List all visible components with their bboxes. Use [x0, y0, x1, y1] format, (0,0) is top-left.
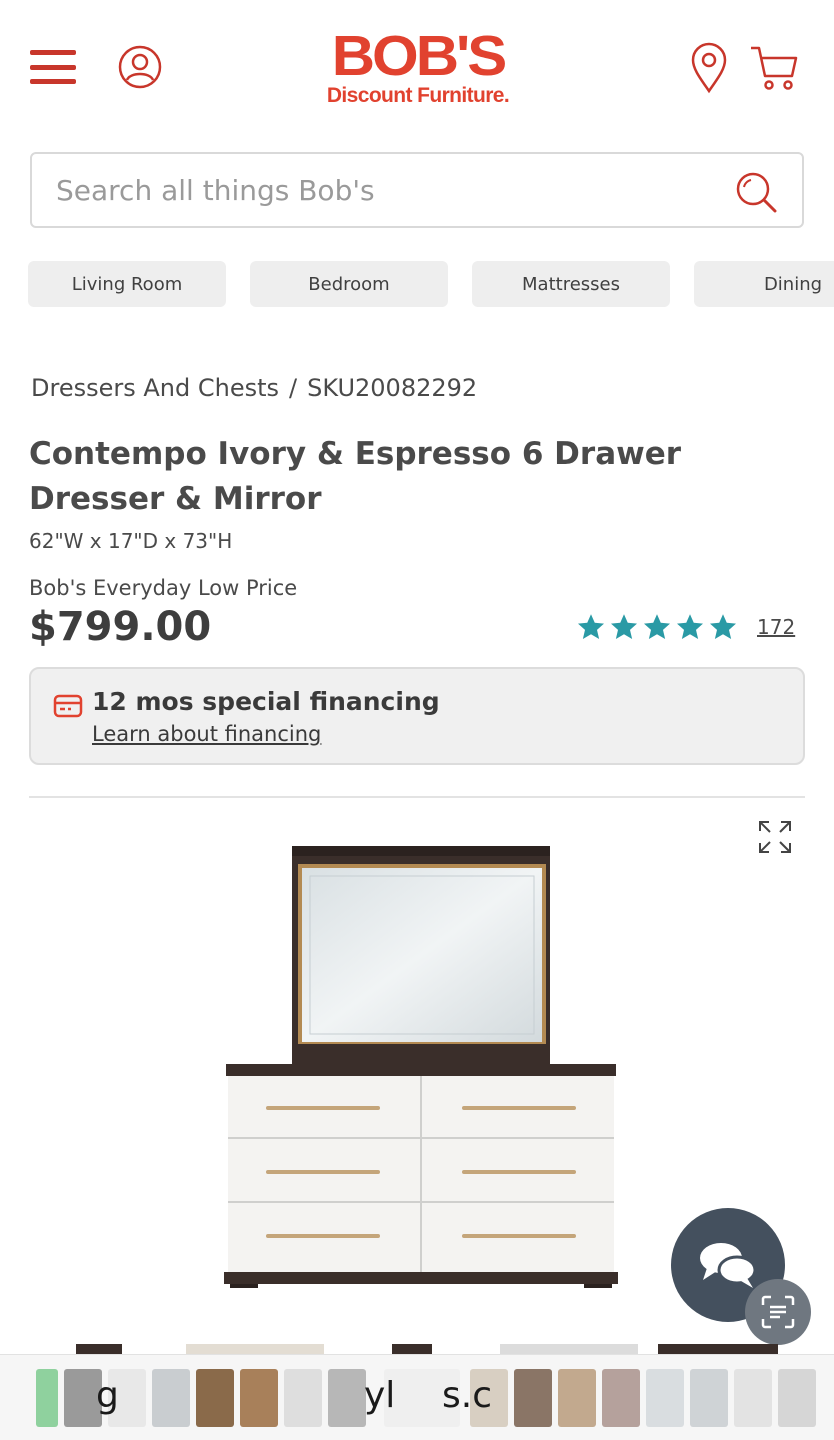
tray-thumbnail[interactable]	[690, 1369, 728, 1427]
product-dimensions: 62"W x 17"D x 73"H	[29, 529, 233, 553]
cart-icon[interactable]	[748, 42, 800, 94]
breadcrumb: Dressers And Chests / SKU20082292	[31, 374, 477, 402]
star-icon	[710, 614, 736, 639]
scan-button[interactable]	[745, 1279, 811, 1345]
financing-title: 12 mos special financing	[92, 687, 440, 716]
learn-financing-link[interactable]: Learn about financing	[92, 722, 321, 746]
chat-bubbles-icon	[700, 1243, 757, 1288]
site-header: BOB'S Discount Furniture.	[0, 0, 834, 140]
search-icon[interactable]	[734, 170, 778, 214]
tray-text-fragment: yl	[364, 1375, 396, 1416]
product-title: Contempo Ivory & Espresso 6 Drawer Dress…	[29, 436, 682, 517]
logo-main-text: BOB'S	[331, 23, 508, 88]
financing-banner: 12 mos special financing Learn about fin…	[29, 667, 805, 765]
tray-text-fragment: g	[96, 1375, 119, 1416]
account-icon[interactable]	[118, 45, 162, 89]
credit-card-icon	[53, 693, 83, 719]
star-icon	[677, 614, 703, 639]
category-living-room[interactable]: Living Room	[28, 261, 226, 307]
tray-thumbnail[interactable]	[734, 1369, 772, 1427]
logo-sub-text: Discount Furniture.	[326, 84, 510, 107]
section-divider	[29, 796, 805, 798]
scan-text-icon	[761, 1295, 795, 1329]
tray-thumbnail[interactable]	[152, 1369, 190, 1427]
category-bedroom[interactable]: Bedroom	[250, 261, 448, 307]
category-mattresses[interactable]: Mattresses	[472, 261, 670, 307]
breadcrumb-separator: /	[289, 374, 298, 402]
rating-stars	[576, 612, 741, 642]
star-icon	[644, 614, 670, 639]
tray-thumbnail[interactable]	[778, 1369, 816, 1427]
breadcrumb-category[interactable]: Dressers And Chests	[31, 374, 279, 402]
gallery-thumbnails	[0, 1344, 834, 1354]
menu-icon[interactable]	[30, 50, 76, 84]
screenshot-tray: g yl s.c	[0, 1354, 834, 1440]
review-count-link[interactable]: 172	[757, 615, 795, 639]
tray-thumbnail[interactable]	[514, 1369, 552, 1427]
tray-thumbnail[interactable]	[646, 1369, 684, 1427]
tray-text-fragment: s.c	[442, 1375, 492, 1416]
product-rating[interactable]: 172	[576, 610, 795, 644]
tray-thumbnail[interactable]	[602, 1369, 640, 1427]
expand-icon[interactable]	[756, 818, 794, 856]
category-dining[interactable]: Dining	[694, 261, 834, 307]
product-image[interactable]	[220, 840, 622, 1290]
tray-thumbnail[interactable]	[328, 1369, 366, 1427]
star-icon	[578, 614, 604, 639]
tray-thumbnail[interactable]	[284, 1369, 322, 1427]
search-bar	[30, 152, 804, 228]
product-price: $799.00	[29, 604, 212, 650]
breadcrumb-sku: SKU20082292	[307, 374, 478, 402]
tray-thumbnail[interactable]	[36, 1369, 58, 1427]
price-label: Bob's Everyday Low Price	[29, 576, 298, 600]
tray-thumbnail[interactable]	[240, 1369, 278, 1427]
search-input[interactable]	[56, 173, 696, 207]
category-nav: Living Room Bedroom Mattresses Dining	[28, 261, 834, 307]
tray-thumbnail[interactable]	[558, 1369, 596, 1427]
star-icon	[611, 614, 637, 639]
bobs-logo[interactable]: BOB'S Discount Furniture.	[308, 26, 528, 110]
store-locator-icon[interactable]	[690, 42, 728, 94]
tray-thumbnail[interactable]	[196, 1369, 234, 1427]
